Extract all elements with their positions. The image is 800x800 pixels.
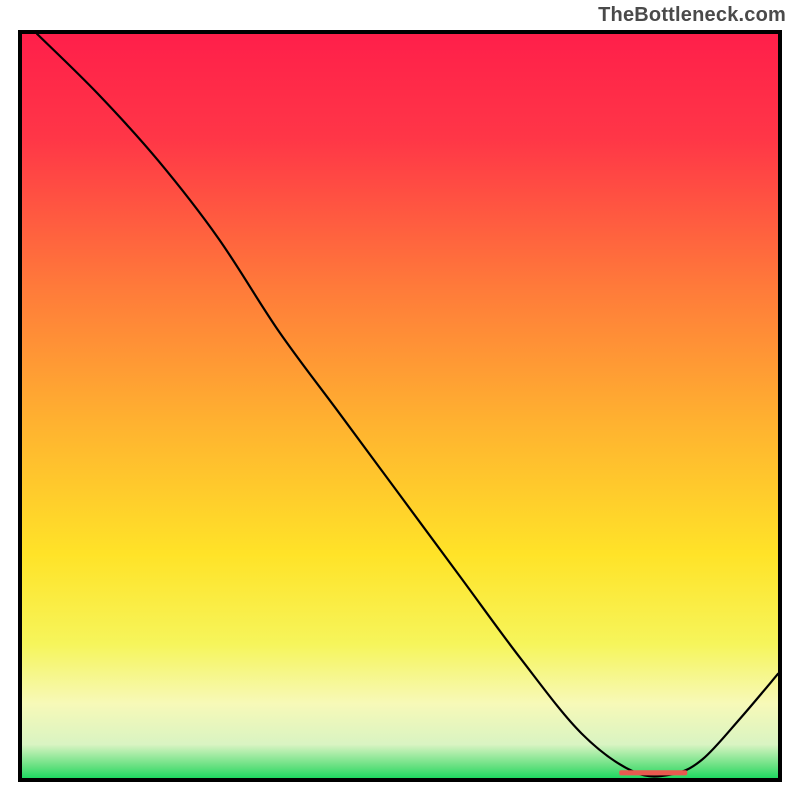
plot-area [18, 30, 782, 782]
watermark-text: TheBottleneck.com [598, 4, 786, 27]
optimal-range-marker [22, 34, 778, 778]
